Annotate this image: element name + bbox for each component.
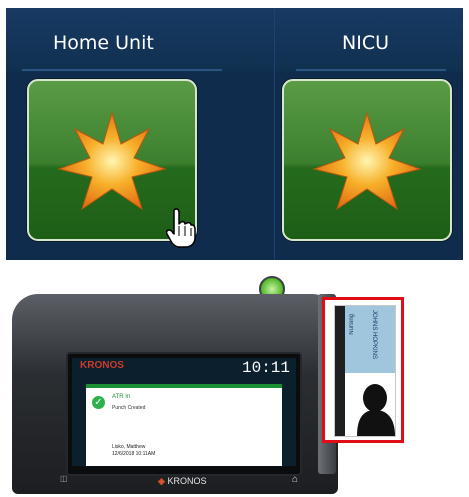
nicu-button[interactable]	[282, 79, 452, 241]
home-key-icon[interactable]: ⌂	[292, 474, 298, 485]
nicu-label: NICU	[342, 32, 389, 54]
screen-bezel: KRONOS 10:11 ✓ ATR In Punch Created Lisk…	[66, 352, 302, 476]
badge-highlight-box: Nursing JOHNS HOPKINS	[322, 297, 404, 443]
punch-timestamp: 12/6/2018 10:11AM	[112, 451, 156, 457]
time-clock-photo: KRONOS 10:11 ✓ ATR In Punch Created Lisk…	[6, 270, 463, 497]
time-clock-device: KRONOS 10:11 ✓ ATR In Punch Created Lisk…	[12, 294, 338, 494]
column-divider	[274, 8, 275, 260]
checkmark-icon: ✓	[92, 396, 105, 409]
punch-status-title: ATR In	[112, 394, 131, 400]
badge-photo-silhouette	[357, 384, 395, 436]
clock-screen: KRONOS 10:11 ✓ ATR In Punch Created Lisk…	[72, 358, 296, 466]
star-icon	[312, 111, 422, 211]
screen-brand-logo: KRONOS	[80, 360, 124, 371]
header-underline	[22, 69, 222, 71]
punch-confirmation-card: ✓ ATR In Punch Created Lisko, Matthew 12…	[86, 384, 282, 466]
device-brand-logo: ◈ KRONOS	[158, 476, 207, 486]
header-underline	[296, 69, 446, 71]
unit-selection-panel: Home Unit NICU	[6, 8, 463, 260]
home-unit-label: Home Unit	[53, 32, 154, 54]
hand-cursor-icon	[166, 208, 196, 248]
employee-name: Lisko, Matthew	[112, 444, 146, 450]
device-brand-text: KRONOS	[167, 476, 207, 486]
punch-status-subtitle: Punch Created	[112, 405, 146, 411]
employee-badge: Nursing JOHNS HOPKINS	[334, 305, 396, 437]
device-left-button[interactable]: ◫	[60, 474, 68, 483]
screen-clock: 10:11	[241, 359, 290, 377]
